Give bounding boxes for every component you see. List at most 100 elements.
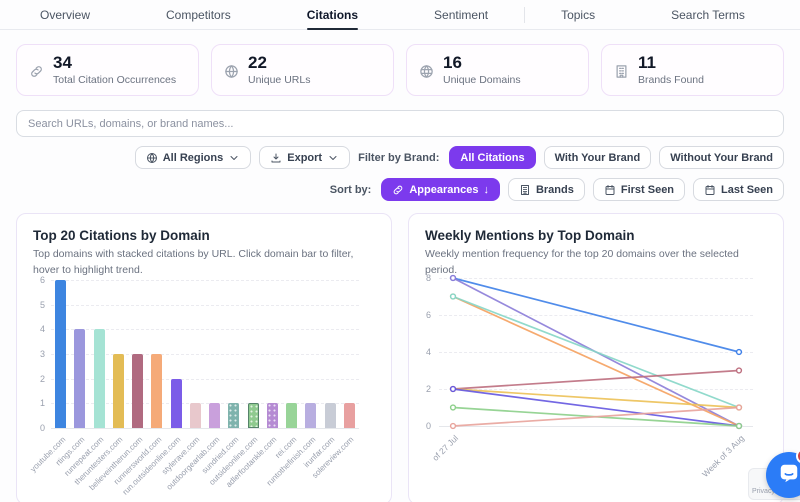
brand-filter-label: Without Your Brand: [670, 152, 773, 164]
stat-text: 11Brands Found: [638, 54, 704, 86]
search-bar-wrap: [16, 110, 784, 137]
bar-ytick: 0: [29, 423, 45, 433]
calendar-icon: [704, 184, 716, 196]
stat-label: Unique Domains: [443, 74, 521, 86]
bar-ytick: 3: [29, 349, 45, 359]
bar-runtothefinish-com[interactable]: [305, 403, 316, 428]
brand-filter-without-your-brand[interactable]: Without Your Brand: [659, 146, 784, 169]
line-ytick: 6: [415, 310, 431, 320]
export-button[interactable]: Export: [259, 146, 350, 169]
bar-runnersworld-com[interactable]: [151, 354, 162, 428]
bar-irunfar-com[interactable]: [325, 403, 336, 428]
line-point-gold: [737, 405, 742, 410]
all-regions-label: All Regions: [163, 152, 224, 164]
sort-by-label: Sort by:: [330, 184, 372, 196]
line-point-rose: [737, 368, 742, 373]
building-icon: [519, 184, 531, 196]
sort-brands[interactable]: Brands: [508, 178, 585, 201]
stat-cards-row: 34Total Citation Occurrences 22Unique URL…: [16, 44, 784, 96]
brand-filter-label: With Your Brand: [555, 152, 641, 164]
calendar-icon: [604, 184, 616, 196]
world-icon: [419, 64, 434, 79]
sort-label: Appearances: [409, 184, 478, 196]
tab-overview[interactable]: Overview: [40, 0, 90, 30]
stat-card-total-citation-occurrences: 34Total Citation Occurrences: [16, 44, 199, 96]
line-chart-subtitle: Weekly mention frequency for the top 20 …: [425, 247, 755, 279]
bar-runrepeat-com[interactable]: [94, 329, 105, 428]
bar-theruntesters-com[interactable]: [113, 354, 124, 428]
line-ytick: 8: [415, 273, 431, 283]
brand-filter-group: All Citations With Your Brand Without Your…: [449, 146, 784, 169]
line-ytick: 0: [415, 421, 431, 431]
stat-text: 34Total Citation Occurrences: [53, 54, 176, 86]
bar-rei-com[interactable]: [286, 403, 297, 428]
chevron-down-icon: [228, 152, 240, 164]
tab-divider: [524, 7, 525, 23]
bar-rtings-com[interactable]: [74, 329, 85, 428]
line-point-green: [451, 405, 456, 410]
bar-run-outsideonline-com[interactable]: [171, 379, 182, 428]
tab-bar: Overview Competitors Citations Sentiment Top…: [0, 0, 800, 30]
bar-adlerfootankle-com[interactable]: [267, 403, 278, 428]
line-gridline: [439, 352, 753, 353]
stat-text: 22Unique URLs: [248, 54, 310, 86]
line-series-indigo: [453, 389, 739, 426]
sort-button-group: Appearances ↓ Brands First Seen Last Seen: [381, 178, 784, 201]
tab-citations[interactable]: Citations: [307, 0, 358, 30]
bar-outsideonline-com[interactable]: [248, 403, 259, 428]
bar-stylerave-com[interactable]: [190, 403, 201, 428]
line-gridline: [439, 315, 753, 316]
line-x-axis: [439, 426, 753, 427]
bar-chart-subtitle: Top domains with stacked citations by UR…: [33, 247, 363, 279]
building-icon: [614, 64, 629, 79]
bar-ytick: 4: [29, 324, 45, 334]
line-ytick: 2: [415, 384, 431, 394]
sort-label: Last Seen: [721, 184, 773, 196]
weekly-mentions-card: Weekly Mentions by Top Domain Weekly men…: [408, 213, 784, 502]
brand-filter-all-citations[interactable]: All Citations: [449, 146, 535, 169]
brand-filter-with-your-brand[interactable]: With Your Brand: [544, 146, 652, 169]
bar-gridline: [51, 280, 359, 281]
line-xlabel-1: Week of 3 Aug: [661, 433, 746, 502]
line-xlabel-0: of 27 Jul: [408, 433, 460, 502]
arrow-down-icon: ↓: [483, 184, 489, 196]
export-label: Export: [287, 152, 322, 164]
line-point-teal: [737, 405, 742, 410]
sort-first-seen[interactable]: First Seen: [593, 178, 685, 201]
bar-ytick: 5: [29, 300, 45, 310]
tab-competitors[interactable]: Competitors: [166, 0, 231, 30]
tab-search-terms[interactable]: Search Terms: [671, 0, 745, 30]
line-chart-title: Weekly Mentions by Top Domain: [425, 228, 767, 243]
citations-by-domain-card: Top 20 Citations by Domain Top domains w…: [16, 213, 392, 502]
globe-icon: [146, 152, 158, 164]
bar-outdoorgearlab-com[interactable]: [209, 403, 220, 428]
line-point-orange: [451, 294, 456, 299]
tab-topics[interactable]: Topics: [561, 0, 595, 30]
sort-label: Brands: [536, 184, 574, 196]
stat-text: 16Unique Domains: [443, 54, 521, 86]
line-point-teal: [451, 294, 456, 299]
stat-card-unique-domains: 16Unique Domains: [406, 44, 589, 96]
sort-appearances[interactable]: Appearances ↓: [381, 178, 500, 201]
line-series-salmon: [453, 408, 739, 427]
chat-icon: [778, 462, 800, 489]
stat-value: 22: [248, 54, 310, 73]
link-icon: [29, 64, 44, 79]
all-regions-button[interactable]: All Regions: [135, 146, 252, 169]
stat-label: Unique URLs: [248, 74, 310, 86]
bar-sundried-com[interactable]: [228, 403, 239, 428]
stat-label: Brands Found: [638, 74, 704, 86]
line-ytick: 4: [415, 347, 431, 357]
sort-last-seen[interactable]: Last Seen: [693, 178, 784, 201]
bar-ytick: 6: [29, 275, 45, 285]
sort-toolbar: Sort by: Appearances ↓ Brands First Seen Las…: [16, 178, 784, 201]
stat-card-brands-found: 11Brands Found: [601, 44, 784, 96]
stat-value: 11: [638, 54, 704, 73]
bar-youtube-com[interactable]: [55, 280, 66, 428]
bar-chart-title: Top 20 Citations by Domain: [33, 228, 375, 243]
tab-sentiment[interactable]: Sentiment: [434, 0, 488, 30]
bar-solereview-com[interactable]: [344, 403, 355, 428]
bar-believeintherun-com[interactable]: [132, 354, 143, 428]
search-input[interactable]: [16, 110, 784, 137]
line-series-gold: [453, 389, 739, 408]
